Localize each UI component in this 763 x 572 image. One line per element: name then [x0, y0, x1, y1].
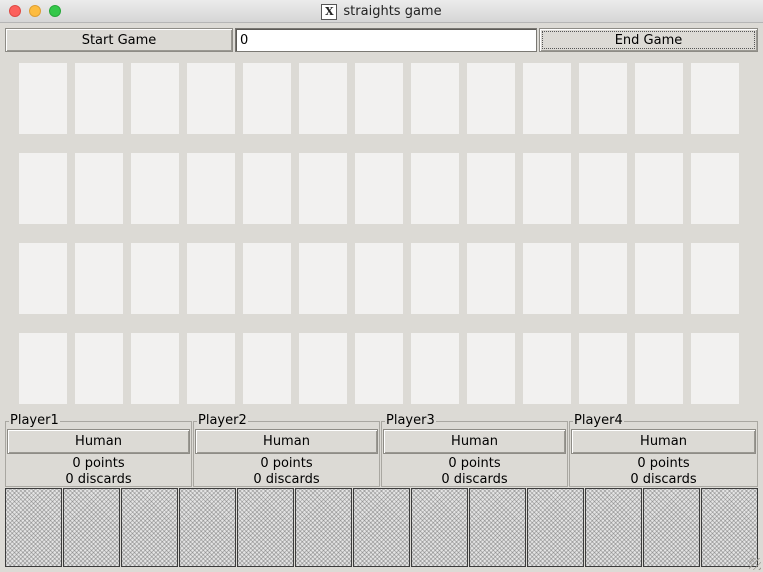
table-card-slot: [355, 243, 403, 314]
table-card-slot: [523, 153, 571, 224]
table-card-slot: [19, 333, 67, 404]
table-card-slot: [523, 333, 571, 404]
table-card-slot: [299, 333, 347, 404]
table-card-slot: [187, 153, 235, 224]
table-card-slot: [411, 243, 459, 314]
hand-card-button[interactable]: [527, 488, 584, 567]
table-card-slot: [131, 243, 179, 314]
player3-label: Player3: [385, 413, 436, 429]
seed-input[interactable]: [235, 28, 537, 52]
table-card-slot: [299, 153, 347, 224]
player4-discards: 0 discards: [630, 472, 697, 487]
table-card-slot: [243, 153, 291, 224]
hand-card-button[interactable]: [701, 488, 758, 567]
table-card-slot: [579, 63, 627, 134]
window-title-group: X straights game: [0, 0, 763, 23]
x11-app-icon: X: [321, 3, 338, 20]
hand-card-button[interactable]: [179, 488, 236, 567]
table-card-slot: [243, 333, 291, 404]
table-card-slot: [411, 153, 459, 224]
table-card-slot: [355, 333, 403, 404]
table-card-slot: [19, 63, 67, 134]
table-card-slot: [411, 63, 459, 134]
hand-card-button[interactable]: [63, 488, 120, 567]
app-window: X straights game Start Game End Game Pla…: [0, 0, 763, 572]
player4-points: 0 points: [637, 456, 690, 471]
hand-card-button[interactable]: [643, 488, 700, 567]
table-card-slot: [75, 153, 123, 224]
table-card-slot: [579, 153, 627, 224]
table-card-slot: [75, 63, 123, 134]
player2-points: 0 points: [260, 456, 313, 471]
hand-card-button[interactable]: [585, 488, 642, 567]
player4-label: Player4: [573, 413, 624, 429]
hand-card-button[interactable]: [5, 488, 62, 567]
hand-card-button[interactable]: [121, 488, 178, 567]
player-hand: [5, 488, 760, 568]
table-card-slot: [523, 243, 571, 314]
player3-discards: 0 discards: [441, 472, 508, 487]
table-card-slot: [299, 63, 347, 134]
player2-label: Player2: [197, 413, 248, 429]
window-title: straights game: [343, 4, 442, 19]
table-card-slot: [467, 333, 515, 404]
table-card-slot: [187, 243, 235, 314]
resize-grip-icon[interactable]: [749, 558, 761, 570]
table-card-slot: [187, 333, 235, 404]
table-card-slot: [299, 243, 347, 314]
player4-type-button[interactable]: Human: [571, 429, 756, 454]
table-card-slot: [523, 63, 571, 134]
table-card-slot: [75, 243, 123, 314]
table-card-slot: [635, 63, 683, 134]
table-card-slot: [19, 243, 67, 314]
table-card-slot: [635, 153, 683, 224]
table-card-slot: [355, 153, 403, 224]
table-card-slot: [243, 243, 291, 314]
table-card-slot: [691, 243, 739, 314]
player2-discards: 0 discards: [253, 472, 320, 487]
table-card-slot: [355, 63, 403, 134]
table-card-slot: [579, 333, 627, 404]
table-card-slot: [467, 63, 515, 134]
table-card-slot: [691, 63, 739, 134]
hand-card-button[interactable]: [295, 488, 352, 567]
table-card-slot: [19, 153, 67, 224]
table-card-slot: [187, 63, 235, 134]
table-card-slot: [635, 243, 683, 314]
table-card-slot: [131, 153, 179, 224]
player3-type-button[interactable]: Human: [383, 429, 566, 454]
player2-type-button[interactable]: Human: [195, 429, 378, 454]
table-card-slot: [131, 333, 179, 404]
table-card-slot: [635, 333, 683, 404]
table-card-grid: [0, 60, 763, 410]
table-card-slot: [411, 333, 459, 404]
player1-discards: 0 discards: [65, 472, 132, 487]
title-bar[interactable]: X straights game: [0, 0, 763, 23]
player1-type-button[interactable]: Human: [7, 429, 190, 454]
end-game-button[interactable]: End Game: [539, 28, 758, 52]
table-card-slot: [691, 153, 739, 224]
table-card-slot: [131, 63, 179, 134]
table-card-slot: [579, 243, 627, 314]
start-game-button[interactable]: Start Game: [5, 28, 233, 52]
player1-points: 0 points: [72, 456, 125, 471]
table-card-slot: [467, 153, 515, 224]
table-card-slot: [243, 63, 291, 134]
table-card-slot: [691, 333, 739, 404]
hand-card-button[interactable]: [469, 488, 526, 567]
table-card-slot: [467, 243, 515, 314]
table-card-slot: [75, 333, 123, 404]
player3-points: 0 points: [448, 456, 501, 471]
player1-label: Player1: [9, 413, 60, 429]
hand-card-button[interactable]: [353, 488, 410, 567]
hand-card-button[interactable]: [411, 488, 468, 567]
hand-card-button[interactable]: [237, 488, 294, 567]
